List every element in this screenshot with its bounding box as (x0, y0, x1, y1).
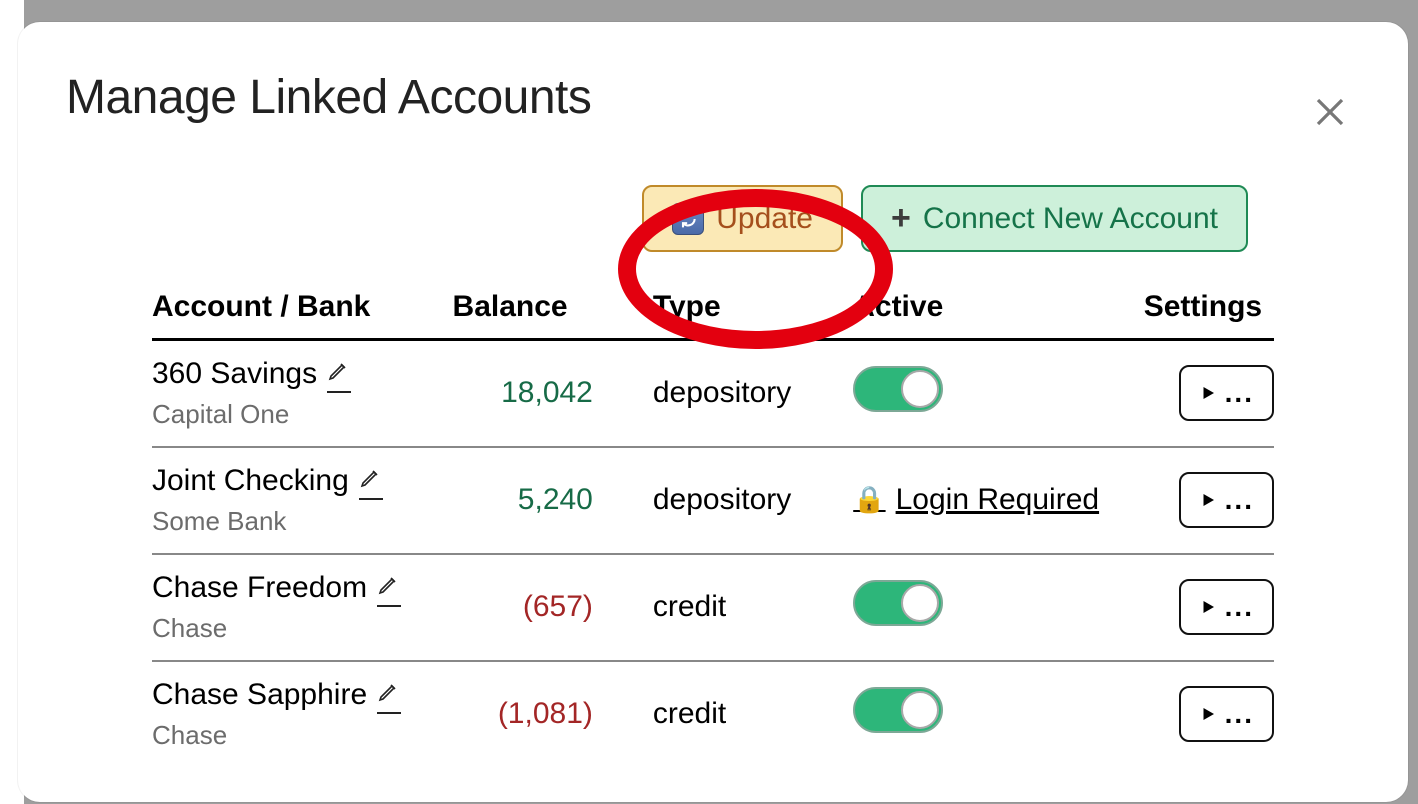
play-icon (1199, 377, 1217, 409)
account-type: credit (653, 554, 853, 661)
balance-value: (657) (453, 554, 653, 661)
lock-icon: 🔒 (853, 484, 885, 515)
active-toggle[interactable] (853, 687, 943, 733)
connect-new-account-button[interactable]: + Connect New Account (861, 185, 1248, 252)
account-name: Chase Freedom (152, 569, 453, 607)
header-account: Account / Bank (152, 272, 453, 340)
settings-button[interactable]: ... (1179, 472, 1274, 528)
table-header-row: Account / Bank Balance Type Active Setti… (152, 272, 1274, 340)
refresh-icon (672, 203, 704, 235)
active-toggle[interactable] (853, 366, 943, 412)
active-cell (853, 661, 1144, 767)
login-required-link[interactable]: 🔒 Login Required (853, 483, 1099, 517)
header-type: Type (653, 272, 853, 340)
account-type: depository (653, 447, 853, 554)
edit-account-name[interactable] (377, 569, 401, 607)
pencil-icon (377, 677, 401, 711)
pencil-icon (327, 356, 351, 390)
pencil-icon (377, 570, 401, 604)
table-row: Joint Checking Some Bank5,240depository🔒 L… (152, 447, 1274, 554)
account-type: credit (653, 661, 853, 767)
balance-value: (1,081) (453, 661, 653, 767)
account-name-text: 360 Savings (152, 357, 317, 391)
modal-header: Manage Linked Accounts (18, 22, 1408, 135)
table-row: Chase Sapphire Chase(1,081)credit... (152, 661, 1274, 767)
header-active: Active (853, 272, 1144, 340)
active-cell (853, 340, 1144, 448)
close-icon[interactable] (1312, 94, 1348, 130)
pencil-icon (359, 463, 383, 497)
ellipsis: ... (1225, 484, 1254, 516)
ellipsis: ... (1225, 377, 1254, 409)
ellipsis: ... (1225, 698, 1254, 730)
bank-name: Some Bank (152, 506, 453, 537)
table-row: 360 Savings Capital One18,042depository..… (152, 340, 1274, 448)
account-name: Joint Checking (152, 462, 453, 500)
balance-value: 18,042 (453, 340, 653, 448)
settings-button[interactable]: ... (1179, 686, 1274, 742)
bank-name: Chase (152, 613, 453, 644)
header-settings: Settings (1144, 272, 1274, 340)
account-name-text: Chase Sapphire (152, 678, 367, 712)
accounts-table: Account / Bank Balance Type Active Setti… (152, 272, 1274, 767)
connect-button-label: Connect New Account (923, 202, 1218, 236)
header-balance: Balance (453, 272, 653, 340)
update-button-label: Update (716, 202, 813, 236)
toggle-knob (901, 691, 939, 729)
modal-title: Manage Linked Accounts (66, 70, 1352, 125)
account-name: Chase Sapphire (152, 676, 453, 714)
play-icon (1199, 698, 1217, 730)
account-name-text: Joint Checking (152, 464, 349, 498)
update-button[interactable]: Update (642, 185, 843, 252)
play-icon (1199, 484, 1217, 516)
edit-account-name[interactable] (327, 355, 351, 393)
account-name-text: Chase Freedom (152, 571, 367, 605)
plus-icon: + (891, 199, 911, 238)
bank-name: Capital One (152, 399, 453, 430)
play-icon (1199, 591, 1217, 623)
balance-value: 5,240 (453, 447, 653, 554)
login-required-text: Login Required (896, 483, 1099, 517)
table-row: Chase Freedom Chase(657)credit... (152, 554, 1274, 661)
active-cell: 🔒 Login Required (853, 447, 1144, 554)
active-toggle[interactable] (853, 580, 943, 626)
account-name: 360 Savings (152, 355, 453, 393)
toggle-knob (901, 584, 939, 622)
ellipsis: ... (1225, 591, 1254, 623)
toolbar: Update + Connect New Account (18, 135, 1408, 272)
edit-account-name[interactable] (359, 462, 383, 500)
settings-button[interactable]: ... (1179, 579, 1274, 635)
bank-name: Chase (152, 720, 453, 751)
toggle-knob (901, 370, 939, 408)
active-cell (853, 554, 1144, 661)
manage-linked-accounts-modal: Manage Linked Accounts Update + Connect … (18, 22, 1408, 802)
edit-account-name[interactable] (377, 676, 401, 714)
account-type: depository (653, 340, 853, 448)
settings-button[interactable]: ... (1179, 365, 1274, 421)
